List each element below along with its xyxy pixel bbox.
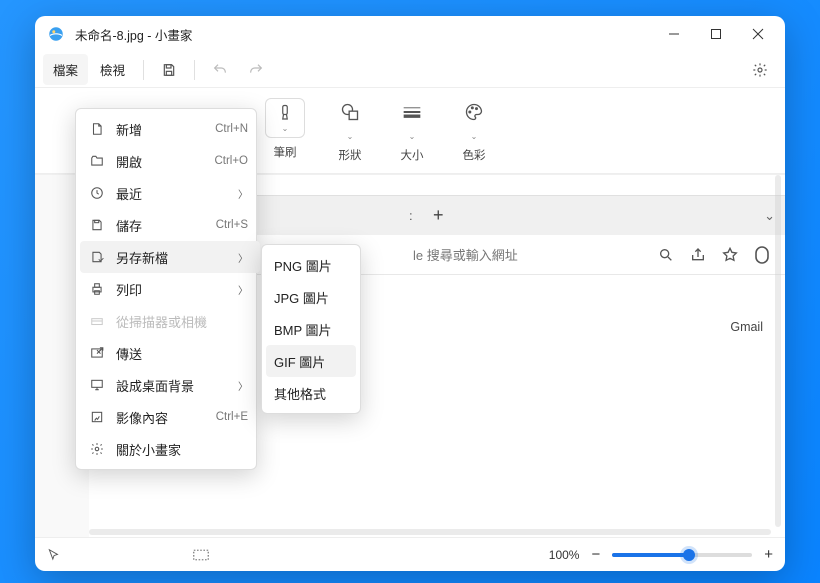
submenu-other[interactable]: 其他格式 — [266, 377, 356, 409]
star-icon[interactable] — [721, 246, 739, 264]
submenu-gif[interactable]: GIF 圖片 — [266, 345, 356, 377]
menu-save-as[interactable]: 另存新檔 〉 — [80, 241, 260, 273]
save-icon — [88, 218, 106, 232]
window-title: 未命名-8.jpg - 小畫家 — [75, 25, 653, 44]
tabs-dropdown-icon[interactable]: ⌄ — [764, 208, 775, 224]
address-placeholder[interactable]: le 搜尋或輸入網址 — [413, 245, 518, 264]
tool-size[interactable]: ⌄ 大小 — [395, 98, 429, 163]
menu-new[interactable]: 新增 Ctrl+N — [80, 113, 260, 145]
tool-brushes[interactable]: ⌄ 筆刷 — [265, 98, 305, 163]
print-icon — [88, 282, 106, 296]
save-as-submenu: PNG 圖片 JPG 圖片 BMP 圖片 GIF 圖片 其他格式 — [261, 244, 361, 414]
app-window: 未命名-8.jpg - 小畫家 檔案 檢視 ⌄ 筆刷 ⌄ 形狀 — [35, 16, 785, 571]
app-icon — [47, 25, 65, 43]
titlebar: 未命名-8.jpg - 小畫家 — [35, 16, 785, 52]
undo-icon[interactable] — [203, 55, 237, 85]
settings-icon[interactable] — [743, 55, 777, 85]
chevron-right-icon: 〉 — [238, 250, 248, 265]
close-button[interactable] — [737, 19, 779, 49]
tool-shapes[interactable]: ⌄ 形狀 — [333, 98, 367, 163]
send-icon — [88, 346, 106, 360]
new-tab-icon[interactable]: + — [433, 205, 444, 226]
menu-send[interactable]: 傳送 — [80, 337, 260, 369]
selection-icon — [193, 549, 209, 561]
menu-properties[interactable]: 影像內容 Ctrl+E — [80, 401, 260, 433]
chevron-right-icon: 〉 — [238, 282, 248, 297]
save-icon[interactable] — [152, 55, 186, 85]
menu-recent[interactable]: 最近 〉 — [80, 177, 260, 209]
zoom-level: 100% — [549, 548, 580, 562]
tool-colors[interactable]: ⌄ 色彩 — [457, 98, 491, 163]
menu-print[interactable]: 列印 〉 — [80, 273, 260, 305]
horizontal-scrollbar[interactable] — [89, 529, 771, 535]
share-icon[interactable] — [689, 246, 707, 264]
recent-icon — [88, 186, 106, 200]
gmail-link[interactable]: Gmail — [730, 320, 763, 334]
menu-file[interactable]: 檔案 — [43, 54, 88, 85]
scanner-icon — [88, 314, 106, 328]
zoom-out-button[interactable]: − — [591, 546, 600, 563]
desktop-icon — [88, 378, 106, 392]
menu-open[interactable]: 開啟 Ctrl+O — [80, 145, 260, 177]
menu-set-desktop[interactable]: 設成桌面背景 〉 — [80, 369, 260, 401]
vertical-scrollbar[interactable] — [775, 175, 781, 527]
properties-icon — [88, 410, 106, 424]
cursor-icon — [47, 548, 61, 562]
file-menu: 新增 Ctrl+N 開啟 Ctrl+O 最近 〉 儲存 Ctrl+S 另存新檔 … — [75, 108, 257, 470]
separator — [194, 60, 195, 80]
submenu-png[interactable]: PNG 圖片 — [266, 249, 356, 281]
chevron-right-icon: 〉 — [238, 378, 248, 393]
redo-icon[interactable] — [239, 55, 273, 85]
open-folder-icon — [88, 154, 106, 168]
zoom-in-button[interactable]: + — [764, 546, 773, 563]
separator — [143, 60, 144, 80]
maximize-button[interactable] — [695, 19, 737, 49]
submenu-bmp[interactable]: BMP 圖片 — [266, 313, 356, 345]
minimize-button[interactable] — [653, 19, 695, 49]
gear-icon — [88, 442, 106, 456]
menu-save[interactable]: 儲存 Ctrl+S — [80, 209, 260, 241]
menu-about[interactable]: 關於小畫家 — [80, 433, 260, 465]
zoom-icon[interactable] — [657, 246, 675, 264]
new-file-icon — [88, 122, 106, 136]
menu-view[interactable]: 檢視 — [90, 54, 135, 85]
statusbar: 100% − + — [35, 537, 785, 571]
chevron-right-icon: 〉 — [238, 186, 248, 201]
pill-icon[interactable] — [753, 246, 771, 264]
zoom-slider[interactable] — [612, 553, 752, 557]
submenu-jpg[interactable]: JPG 圖片 — [266, 281, 356, 313]
menu-from-scanner: 從掃描器或相機 — [80, 305, 260, 337]
save-as-icon — [88, 250, 106, 264]
menubar: 檔案 檢視 — [35, 52, 785, 88]
